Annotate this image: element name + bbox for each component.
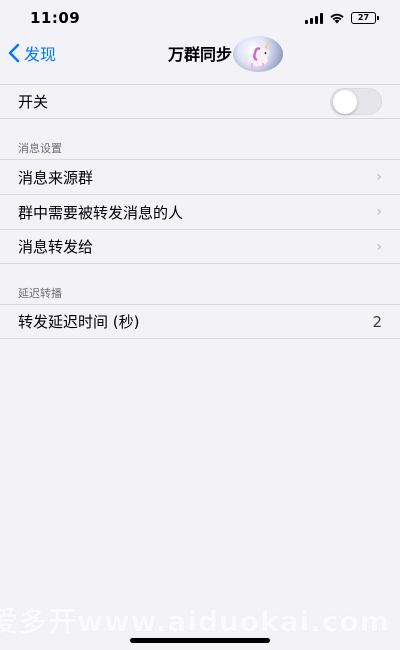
row-forward-to[interactable]: 消息转发给 › bbox=[0, 229, 400, 264]
chevron-right-icon: › bbox=[376, 238, 382, 255]
delay-settings-section: 延迟转播 转发延迟时间 (秒) 2 bbox=[0, 287, 400, 339]
chevron-left-icon bbox=[8, 43, 20, 63]
row-label: 群中需要被转发消息的人 bbox=[18, 203, 184, 222]
main-switch-toggle[interactable] bbox=[330, 88, 382, 115]
unicorn-icon bbox=[248, 41, 269, 68]
back-button[interactable]: 发现 bbox=[8, 36, 56, 70]
page-title: 万群同步 bbox=[167, 45, 232, 64]
section-header-message-settings: 消息设置 bbox=[18, 142, 62, 155]
row-label: 消息转发给 bbox=[18, 238, 94, 256]
section-header-delay: 延迟转播 bbox=[18, 287, 62, 300]
navigation-bar: 发现 万群同步 bbox=[0, 36, 400, 70]
row-members-to-forward[interactable]: 群中需要被转发消息的人 › bbox=[0, 194, 400, 229]
avatar[interactable] bbox=[233, 36, 283, 72]
message-settings-section: 消息设置 消息来源群 › 群中需要被转发消息的人 › 消息转发给 › bbox=[0, 142, 400, 264]
battery-level: 27 bbox=[357, 13, 370, 22]
switch-section: 开关 bbox=[0, 84, 400, 119]
battery-icon: 27 bbox=[351, 12, 379, 24]
watermark: 爱多开www.aiduokai.com bbox=[0, 605, 390, 638]
chevron-right-icon: › bbox=[376, 169, 382, 185]
back-label: 发现 bbox=[24, 45, 57, 64]
main-switch-row: 开关 bbox=[0, 84, 400, 119]
status-time: 11:09 bbox=[30, 9, 81, 27]
row-label: 消息来源群 bbox=[18, 168, 94, 187]
row-forward-delay[interactable]: 转发延迟时间 (秒) 2 bbox=[0, 304, 400, 339]
home-indicator[interactable] bbox=[130, 638, 270, 643]
row-label: 转发延迟时间 (秒) bbox=[18, 313, 140, 331]
chevron-right-icon: › bbox=[376, 204, 382, 220]
row-message-source-groups[interactable]: 消息来源群 › bbox=[0, 159, 400, 194]
status-bar: 11:09 27 bbox=[0, 0, 400, 36]
main-switch-label: 开关 bbox=[18, 93, 49, 111]
wifi-icon bbox=[330, 13, 344, 24]
status-icons: 27 bbox=[305, 12, 379, 24]
toggle-knob bbox=[333, 90, 357, 114]
cellular-signal-icon bbox=[305, 12, 323, 24]
forward-delay-value: 2 bbox=[372, 312, 382, 331]
